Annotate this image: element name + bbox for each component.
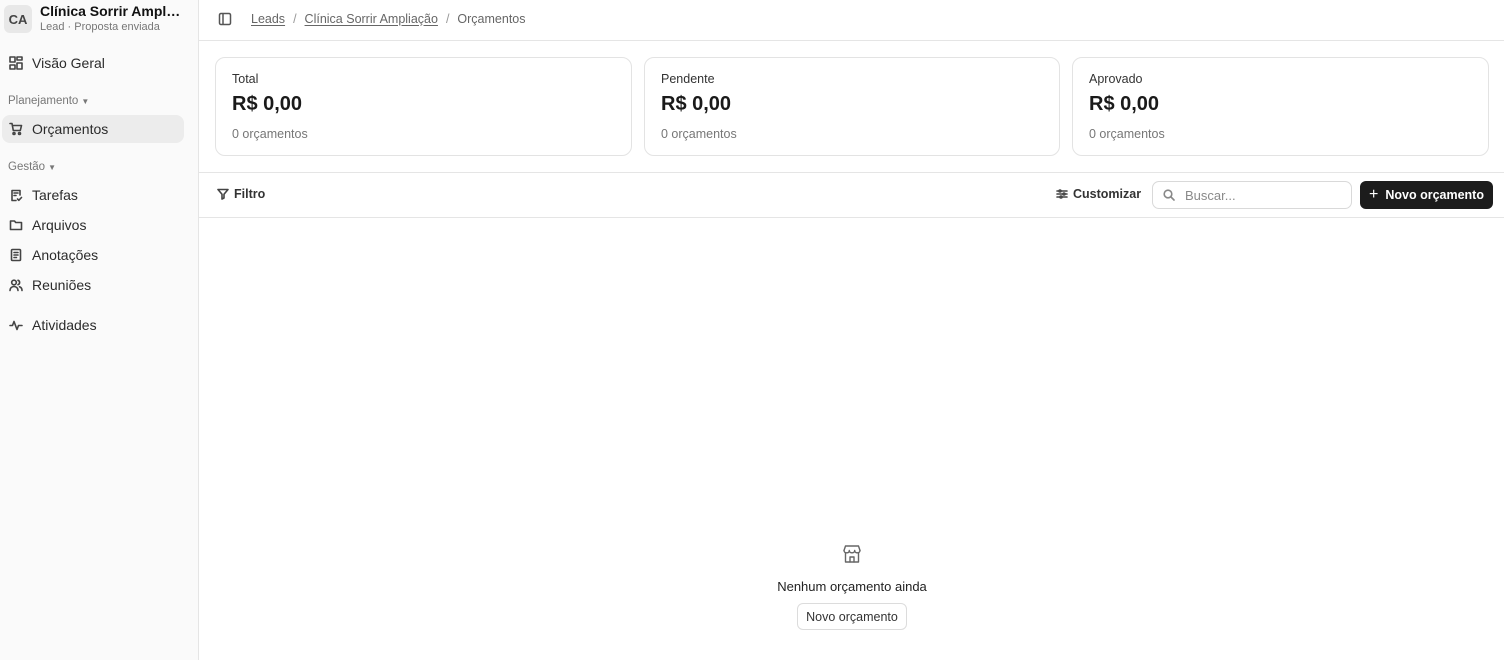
summary-card-approved: Aprovado R$ 0,00 0 orçamentos [1072,57,1489,156]
search-input[interactable] [1185,187,1345,203]
lead-info: Clínica Sorrir Ampliação Lead · Proposta… [40,3,182,35]
breadcrumb-separator: / [445,12,450,26]
card-label: Total [232,72,259,86]
sliders-icon [1056,189,1068,199]
lead-name: Clínica Sorrir Ampliação [40,3,182,19]
note-icon [10,248,22,262]
caret-down-icon: ▼ [81,96,90,106]
sidebar-toggle-button[interactable] [218,12,232,26]
empty-new-budget-button[interactable]: Novo orçamento [797,603,907,630]
sidebar-item-files[interactable]: Arquivos [2,211,184,239]
sidebar-item-notes[interactable]: Anotações [2,241,184,269]
folder-icon [9,220,23,231]
sidebar-item-label: Visão Geral [32,55,105,71]
sidebar-item-meetings[interactable]: Reuniões [2,271,184,299]
breadcrumb-separator: / [293,12,297,26]
card-count: 0 orçamentos [1089,127,1165,141]
filter-button[interactable]: Filtro [217,187,265,201]
empty-state: Nenhum orçamento ainda Novo orçamento [752,543,952,630]
sidebar-item-label: Atividades [32,317,97,333]
panel-left-icon [218,12,232,26]
breadcrumb-lead-link[interactable]: Clínica Sorrir Ampliação [305,12,438,26]
lead-header[interactable]: CA Clínica Sorrir Ampliação Lead · Propo… [4,3,194,35]
sidebar-item-overview[interactable]: Visão Geral [2,49,184,77]
activity-icon [9,320,23,331]
breadcrumb-current: Orçamentos [457,12,526,26]
sidebar-item-activities[interactable]: Atividades [2,311,184,339]
summary-card-pending: Pendente R$ 0,00 0 orçamentos [644,57,1060,156]
customize-button[interactable]: Customizar [1056,187,1141,201]
search-box[interactable] [1152,181,1352,209]
customize-label: Customizar [1073,187,1142,201]
filter-icon [217,188,229,200]
sidebar-item-label: Tarefas [32,187,78,203]
card-value: R$ 0,00 [1089,93,1160,115]
store-icon [841,543,863,570]
card-label: Pendente [661,72,715,86]
new-budget-label: Novo orçamento [1385,188,1484,202]
avatar: CA [4,5,32,33]
topbar: Leads / Clínica Sorrir Ampliação / Orçam… [199,0,1504,41]
card-count: 0 orçamentos [232,127,308,141]
clipboard-check-icon [11,189,23,202]
sidebar-item-label: Reuniões [32,277,92,293]
breadcrumb-leads-link[interactable]: Leads [251,12,285,26]
card-count: 0 orçamentos [661,127,737,141]
filter-label: Filtro [234,187,266,201]
breadcrumb: Leads / Clínica Sorrir Ampliação / Orçam… [251,12,526,26]
lead-status: Lead · Proposta enviada [40,21,160,33]
plus-icon: + [1369,185,1379,203]
shopping-cart-icon [9,122,23,136]
sidebar-item-label: Anotações [32,247,99,263]
search-icon [1163,189,1175,201]
card-value: R$ 0,00 [661,93,732,115]
section-planning-label: Planejamento [8,95,79,107]
caret-down-icon: ▼ [48,162,56,172]
toolbar: Filtro Customizar + Novo orçamento [199,172,1504,218]
card-label: Aprovado [1089,72,1143,86]
new-budget-button[interactable]: + Novo orçamento [1360,181,1493,209]
layout-grid-icon [9,56,23,70]
section-planning[interactable]: Planejamento ▼ [8,95,89,107]
sidebar: CA Clínica Sorrir Ampliação Lead · Propo… [0,0,199,660]
section-management-label: Gestão [8,161,46,173]
card-value: R$ 0,00 [232,93,303,115]
summary-card-total: Total R$ 0,00 0 orçamentos [215,57,632,156]
users-icon [9,279,23,292]
sidebar-item-budgets[interactable]: Orçamentos [2,115,184,143]
section-management[interactable]: Gestão ▼ [8,161,56,173]
sidebar-item-label: Orçamentos [32,121,109,137]
sidebar-item-tasks[interactable]: Tarefas [2,181,184,209]
sidebar-item-label: Arquivos [32,217,87,233]
empty-state-title: Nenhum orçamento ainda [777,579,927,594]
